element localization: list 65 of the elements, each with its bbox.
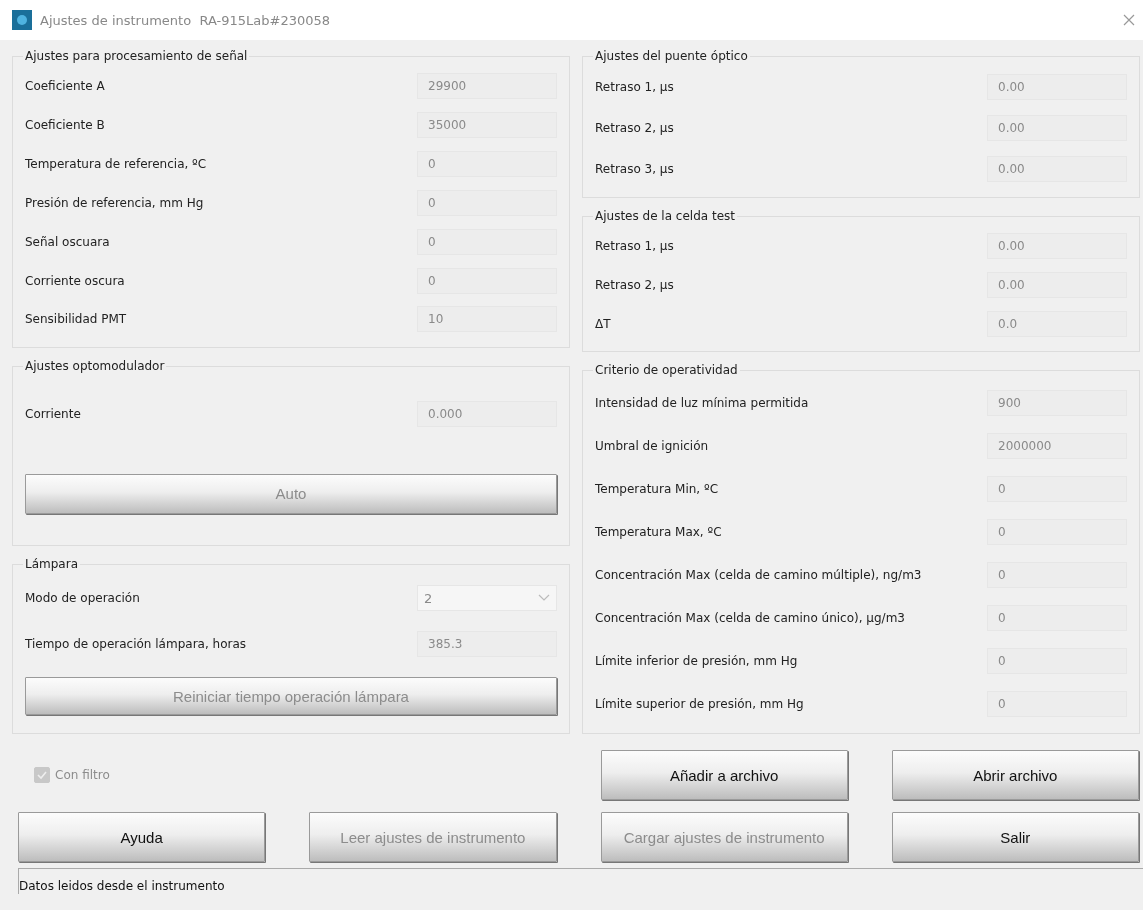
field-label: Corriente oscura: [25, 273, 125, 288]
field-label: Umbral de ignición: [595, 438, 709, 453]
field-label: Temperatura Min, ºC: [595, 481, 719, 496]
input-field[interactable]: 2000000: [987, 432, 1127, 459]
input-field[interactable]: 0.000: [417, 400, 557, 427]
input-field[interactable]: 0: [417, 267, 557, 294]
input-field[interactable]: 29900: [417, 73, 557, 100]
field-label: Concentración Max (celda de camino único), µg/m3: [595, 610, 905, 625]
input-field[interactable]: 0: [417, 151, 557, 178]
group-title: Ajustes del puente óptico: [593, 49, 750, 63]
field-label: Señal oscuara: [25, 234, 110, 249]
action-button[interactable]: Ayuda: [18, 812, 266, 862]
app-icon: [12, 10, 32, 30]
input-field[interactable]: 10: [417, 306, 557, 333]
field-label: Retraso 1, µs: [595, 239, 674, 254]
status-text: Datos leidos desde el instrumento: [19, 879, 225, 893]
field-label: Modo de operación: [25, 591, 140, 605]
field-label: Coeficiente A: [25, 79, 105, 94]
group-title: Ajustes de la celda test: [593, 209, 737, 223]
field-label: Tiempo de operación lámpara, horas: [25, 637, 247, 651]
input-field[interactable]: 0.0: [987, 310, 1127, 337]
chevron-down-icon: [538, 594, 550, 602]
field-label: Temperatura de referencia, ºC: [25, 157, 207, 172]
field-label: Coeficiente B: [25, 118, 105, 133]
group-title: Lámpara: [23, 557, 80, 571]
field-label: Presión de referencia, mm Hg: [25, 195, 204, 210]
input-field[interactable]: 0.00: [987, 272, 1127, 298]
input-field[interactable]: 0.00: [987, 233, 1127, 260]
group-title: Ajustes para procesamiento de señal: [23, 49, 250, 63]
field-label: Temperatura Max, ºC: [595, 524, 722, 539]
input-field[interactable]: 0: [987, 604, 1127, 631]
input-field[interactable]: 0: [987, 561, 1127, 588]
input-field[interactable]: 0: [987, 647, 1127, 674]
input-field[interactable]: 0: [417, 189, 557, 216]
field-label: Retraso 3, µs: [595, 161, 674, 176]
field-label: Concentración Max (celda de camino múltiple), ng/m3: [595, 567, 922, 582]
field-label: Intensidad de luz mínima permitida: [595, 395, 809, 410]
field-label: Sensibilidad PMT: [25, 312, 127, 327]
field-label: Límite superior de presión, mm Hg: [595, 696, 804, 711]
field-label: Retraso 2, µs: [595, 278, 674, 292]
input-field[interactable]: 35000: [417, 112, 557, 139]
input-field[interactable]: 0.00: [987, 115, 1127, 141]
action-button[interactable]: Añadir a archivo: [600, 750, 848, 800]
field-label: Corriente: [25, 406, 81, 421]
input-field[interactable]: 0.00: [987, 155, 1127, 182]
field-label: Retraso 2, µs: [595, 121, 674, 135]
action-button[interactable]: Salir: [891, 812, 1139, 862]
input-field[interactable]: 0: [987, 475, 1127, 502]
input-field[interactable]: 0: [987, 518, 1127, 545]
field-label: Retraso 1, µs: [595, 80, 674, 95]
input-field[interactable]: 0: [417, 228, 557, 255]
input-field[interactable]: 900: [987, 389, 1127, 416]
input-field[interactable]: 0: [987, 690, 1127, 717]
action-button[interactable]: Abrir archivo: [891, 750, 1139, 800]
checkmark-icon: [37, 770, 47, 780]
input-field[interactable]: 385.3: [417, 631, 557, 657]
group-title: Criterio de operatividad: [593, 363, 740, 377]
field-label: ΔT: [595, 316, 611, 331]
field-label: Límite inferior de presión, mm Hg: [595, 653, 798, 668]
group-title: Ajustes optomodulador: [23, 359, 167, 373]
dropdown[interactable]: 2: [417, 585, 557, 611]
checkbox-label: Con filtro: [55, 768, 110, 782]
input-field[interactable]: 0.00: [987, 74, 1127, 101]
window-title: Ajustes de instrumento RA-915Lab#230058: [40, 12, 332, 28]
close-icon[interactable]: [1123, 14, 1135, 26]
